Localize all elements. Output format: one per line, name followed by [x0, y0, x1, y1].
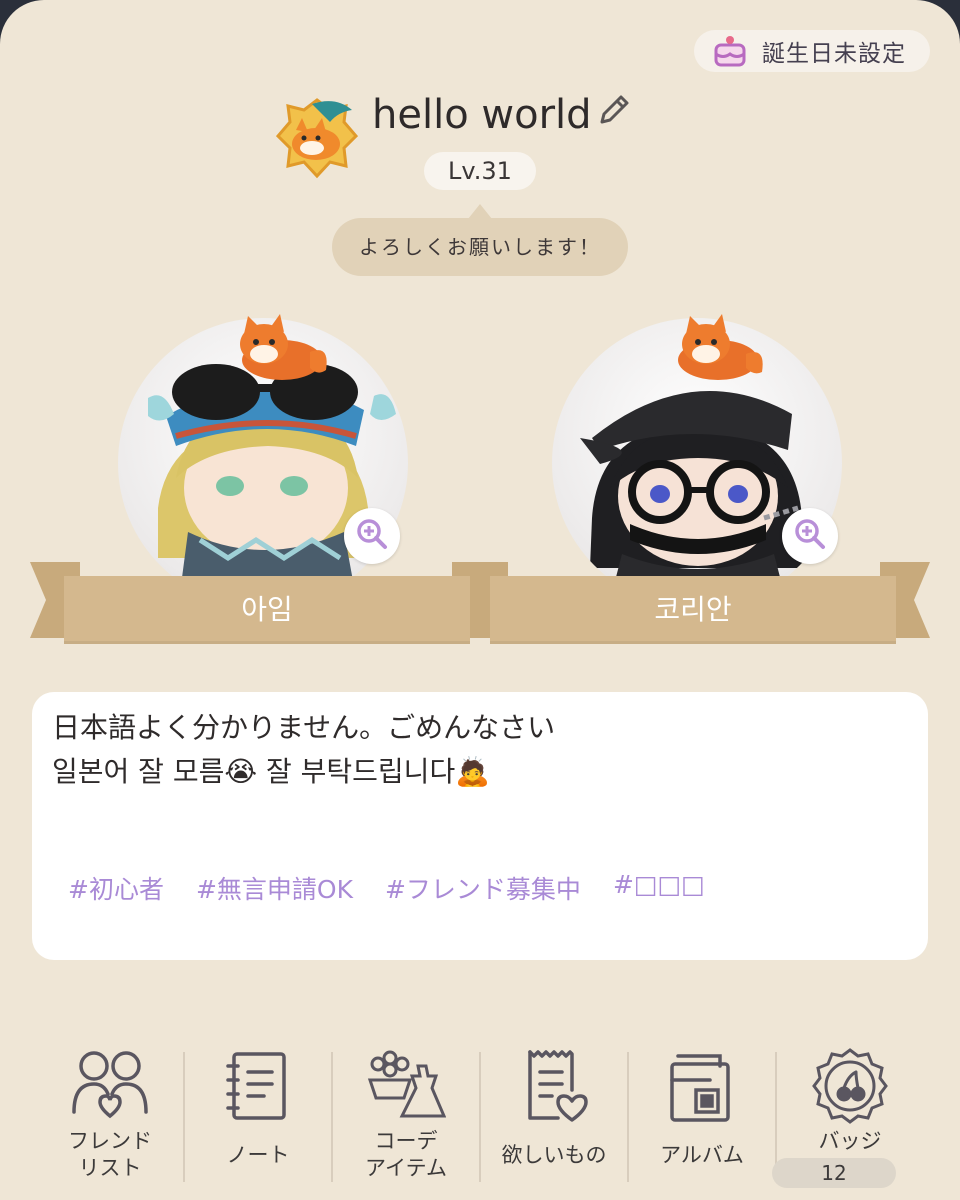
menu-album[interactable]: アルバム — [628, 1040, 776, 1200]
profile-description-card: 日本語よく分かりません。ごめんなさい 일본어 잘 모름😭 잘 부탁드립니다🙇 #… — [32, 692, 928, 960]
menu-divider — [479, 1052, 481, 1182]
level-badge: Lv.31 — [424, 152, 536, 190]
avatar-name-1: 아임 — [64, 576, 470, 644]
tag[interactable]: #無言申請OK — [196, 870, 353, 906]
tag[interactable]: #□□□ — [613, 870, 705, 906]
menu-divider — [183, 1052, 185, 1182]
profile-panel: 誕生日未設定 hello world Lv.31 よろしくお願いします！ 아임 … — [0, 0, 960, 1200]
avatar-name-2: 코리안 — [490, 576, 896, 644]
outfit-items-icon — [366, 1046, 447, 1126]
pencil-edit-icon[interactable] — [594, 90, 634, 130]
greeting-bubble: よろしくお願いします！ — [332, 218, 628, 276]
zoom-in-icon — [355, 517, 389, 555]
fox-accessory-icon — [222, 314, 332, 386]
menu-label: バッジ — [818, 1129, 882, 1153]
username: hello world — [372, 92, 592, 138]
menu-label: フレンド リスト — [68, 1129, 152, 1180]
tag[interactable]: #フレンド募集中 — [385, 870, 581, 906]
notebook-icon — [218, 1046, 298, 1126]
tag[interactable]: #初心者 — [68, 870, 164, 906]
menu-label: 欲しいもの — [501, 1143, 607, 1167]
wishlist-icon — [514, 1046, 594, 1126]
album-icon — [662, 1046, 742, 1126]
badge-count: 12 — [772, 1158, 896, 1188]
menu-label: コーデ アイテム — [365, 1129, 447, 1180]
fox-emblem-icon — [272, 90, 362, 186]
fox-accessory-icon — [660, 314, 770, 386]
menu-friend-list[interactable]: フレンド リスト — [36, 1040, 184, 1200]
cake-icon — [710, 31, 750, 71]
birthday-settings-button[interactable]: 誕生日未設定 — [694, 30, 930, 72]
menu-note[interactable]: ノート — [184, 1040, 332, 1200]
speech-bubble-tail — [468, 204, 492, 219]
zoom-avatar-2-button[interactable] — [782, 508, 838, 564]
badge-icon — [810, 1046, 890, 1126]
birthday-label: 誕生日未設定 — [762, 41, 906, 67]
menu-outfit-items[interactable]: コーデ アイテム — [332, 1040, 480, 1200]
tag-list: #初心者 #無言申請OK #フレンド募集中 #□□□ — [68, 870, 737, 906]
friends-icon — [70, 1046, 150, 1126]
menu-label: アルバム — [660, 1143, 744, 1167]
menu-wishlist[interactable]: 欲しいもの — [480, 1040, 628, 1200]
zoom-avatar-1-button[interactable] — [344, 508, 400, 564]
description-line-1: 日本語よく分かりません。ごめんなさい — [52, 711, 556, 744]
menu-label: ノート — [226, 1143, 290, 1167]
menu-divider — [627, 1052, 629, 1182]
zoom-in-icon — [793, 517, 827, 555]
menu-divider — [331, 1052, 333, 1182]
description-line-2: 일본어 잘 모름😭 잘 부탁드립니다🙇 — [52, 755, 491, 788]
